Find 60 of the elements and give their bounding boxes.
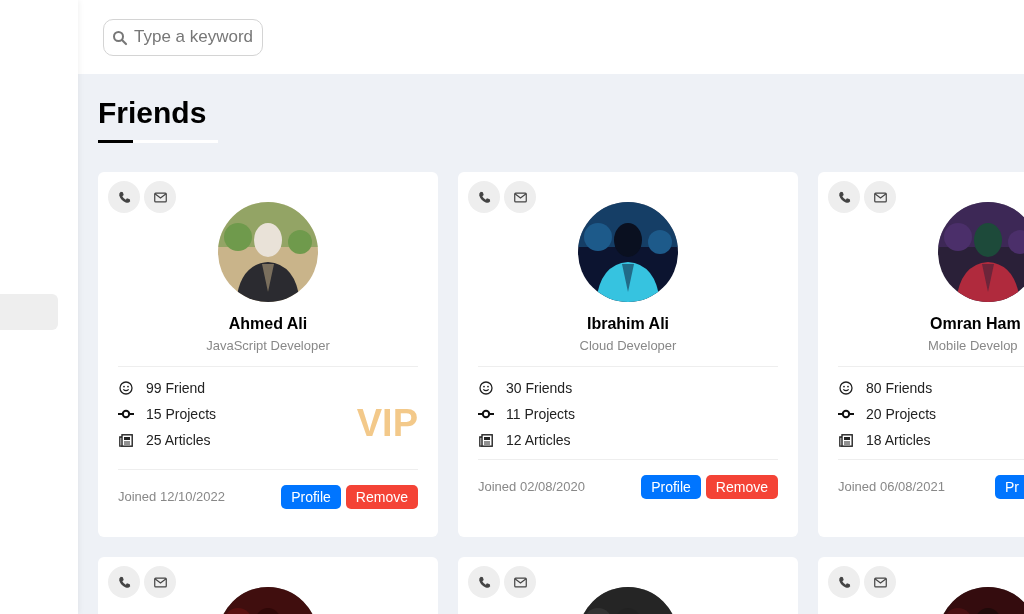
stat-text: 18 Articles bbox=[866, 430, 931, 450]
friend-role: Cloud Developer bbox=[579, 338, 677, 354]
friend-role: JavaScript Developer bbox=[206, 338, 330, 354]
remove-button[interactable]: Remove bbox=[705, 475, 778, 499]
joined-date: Joined 02/08/2020 bbox=[478, 478, 585, 497]
remove-button[interactable]: Remove bbox=[345, 485, 418, 509]
email-button[interactable] bbox=[864, 181, 896, 213]
call-button[interactable] bbox=[108, 566, 140, 598]
profile-button[interactable]: Profile bbox=[281, 485, 341, 509]
smiley-icon bbox=[839, 381, 853, 395]
email-button[interactable] bbox=[504, 566, 536, 598]
joined-date: Joined 12/10/2022 bbox=[118, 488, 225, 507]
smiley-icon bbox=[119, 381, 133, 395]
friend-name: Ibrahim Ali bbox=[586, 314, 670, 334]
newspaper-icon bbox=[839, 433, 853, 447]
phone-icon bbox=[477, 575, 491, 589]
call-button[interactable] bbox=[108, 181, 140, 213]
call-button[interactable] bbox=[828, 566, 860, 598]
search-field[interactable]: Type a keyword bbox=[103, 18, 263, 56]
mail-icon bbox=[513, 191, 527, 203]
stat-text: 20 Projects bbox=[866, 404, 937, 424]
mail-icon bbox=[153, 191, 167, 203]
friend-role: Mobile Develop bbox=[927, 338, 1018, 354]
mail-icon bbox=[873, 576, 887, 588]
vip-label: VIP bbox=[356, 403, 418, 443]
email-button[interactable] bbox=[144, 566, 176, 598]
commit-icon bbox=[478, 409, 494, 419]
stat-text: 99 Friend bbox=[146, 378, 206, 398]
stat-text: 11 Projects bbox=[506, 404, 575, 424]
stat-text: 25 Articles bbox=[146, 430, 211, 450]
stat-text: 12 Articles bbox=[506, 430, 571, 450]
mail-icon bbox=[873, 191, 887, 203]
stat-text: 80 Friends bbox=[866, 378, 933, 398]
stat-text: 15 Projects bbox=[146, 404, 217, 424]
friend-name: Omran Ham bbox=[929, 314, 1021, 334]
commit-icon bbox=[118, 409, 134, 419]
call-button[interactable] bbox=[468, 181, 500, 213]
phone-icon bbox=[117, 190, 131, 204]
joined-date: Joined 06/08/2021 bbox=[838, 478, 945, 497]
phone-icon bbox=[477, 190, 491, 204]
commit-icon bbox=[838, 409, 854, 419]
email-button[interactable] bbox=[864, 566, 896, 598]
email-button[interactable] bbox=[504, 181, 536, 213]
search-icon bbox=[112, 29, 128, 46]
profile-button[interactable]: Profile bbox=[641, 475, 701, 499]
phone-icon bbox=[837, 575, 851, 589]
call-button[interactable] bbox=[828, 181, 860, 213]
friend-name: Ahmed Ali bbox=[228, 314, 308, 334]
mail-icon bbox=[513, 576, 527, 588]
email-button[interactable] bbox=[144, 181, 176, 213]
profile-button[interactable]: Pr bbox=[995, 475, 1024, 499]
mail-icon bbox=[153, 576, 167, 588]
smiley-icon bbox=[479, 381, 493, 395]
newspaper-icon bbox=[479, 433, 493, 447]
phone-icon bbox=[117, 575, 131, 589]
stat-text: 30 Friends bbox=[506, 378, 573, 398]
page-title: Friends bbox=[98, 95, 208, 131]
phone-icon bbox=[837, 190, 851, 204]
call-button[interactable] bbox=[468, 566, 500, 598]
newspaper-icon bbox=[119, 433, 133, 447]
